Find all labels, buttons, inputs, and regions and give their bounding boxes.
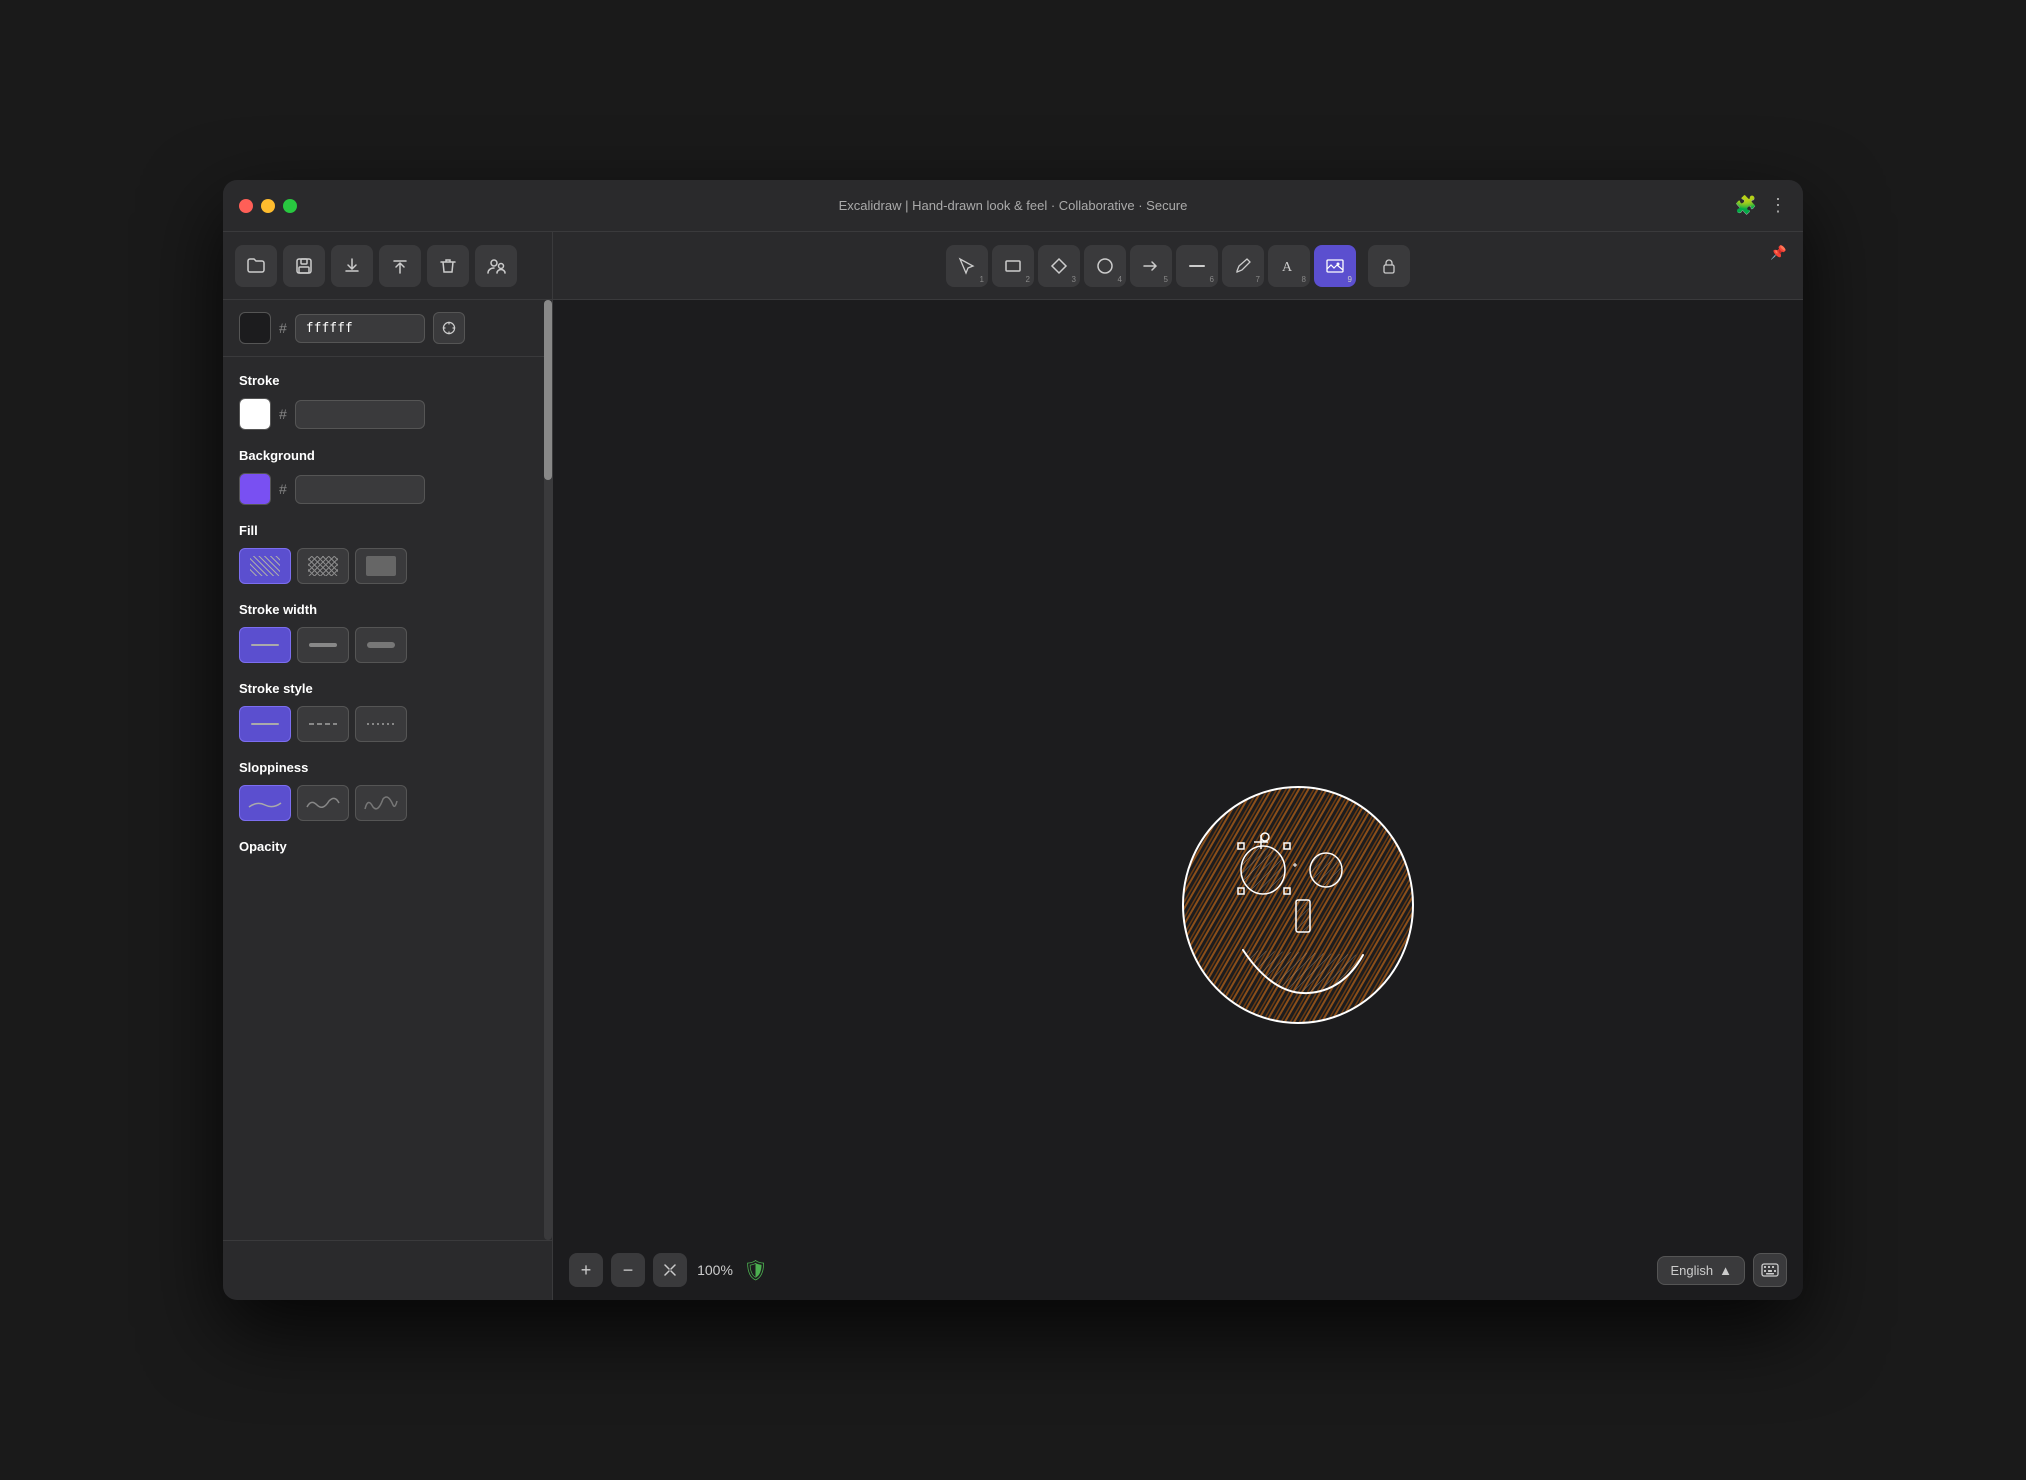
stroke-dotted-button[interactable] [355,706,407,742]
sidebar-scrollbar-thumb[interactable] [544,300,552,480]
lang-arrow-icon: ▲ [1719,1263,1732,1278]
stroke-color-swatch[interactable] [239,398,271,430]
line-tool[interactable]: 6 [1176,245,1218,287]
stroke-thin-button[interactable] [239,627,291,663]
fill-crosshatch-button[interactable] [297,548,349,584]
sloppiness-label: Sloppiness [239,760,536,775]
canvas-area: 1 2 3 [553,232,1803,1300]
background-label: Background [239,448,536,463]
background-section: Background # 7950f2 [239,448,536,505]
sidebar: # ffffff Stroke # 000000 [223,232,553,1300]
zoom-reset-button[interactable] [653,1253,687,1287]
arrow-tool[interactable]: 5 [1130,245,1172,287]
keyboard-button[interactable] [1753,1253,1787,1287]
stroke-solid-button[interactable] [239,706,291,742]
minimize-button[interactable] [261,199,275,213]
svg-text:A: A [1282,260,1293,275]
stroke-width-section: Stroke width [239,602,536,663]
window-title: Excalidraw | Hand-drawn look & feel · Co… [839,198,1188,213]
shield-icon: 🛡 [743,1258,768,1283]
stroke-style-label: Stroke style [239,681,536,696]
import-button[interactable] [379,245,421,287]
color-settings-button[interactable] [433,312,465,344]
fill-solid-button[interactable] [355,548,407,584]
opacity-section: Opacity [239,839,536,854]
collab-button[interactable] [475,245,517,287]
stroke-hash: # [279,406,287,422]
stroke-style-section: Stroke style [239,681,536,742]
canvas-color-row: # ffffff [223,300,552,357]
fill-label: Fill [239,523,536,538]
bg-color-input[interactable]: 7950f2 [295,475,425,504]
hash-sign: # [279,320,287,336]
pencil-tool[interactable]: 7 [1222,245,1264,287]
stroke-width-label: Stroke width [239,602,536,617]
sloppiness-low-button[interactable] [239,785,291,821]
more-menu-icon[interactable]: ⋮ [1769,195,1787,216]
canvas-content [553,300,1803,1240]
pin-button[interactable]: 📌 [1770,245,1787,261]
select-tool[interactable]: 1 [946,245,988,287]
ellipse-tool[interactable]: 4 [1084,245,1126,287]
canvas-toolbar: 1 2 3 [553,232,1803,300]
rectangle-tool[interactable]: 2 [992,245,1034,287]
diamond-tool[interactable]: 3 [1038,245,1080,287]
stroke-width-buttons [239,627,536,663]
delete-button[interactable] [427,245,469,287]
title-bar-actions: 🧩 ⋮ [1735,195,1787,216]
image-tool[interactable]: 9 [1314,245,1356,287]
plugin-icon[interactable]: 🧩 [1735,195,1757,216]
stroke-color-row: # 000000 [239,398,536,430]
stroke-label: Stroke [239,373,536,388]
title-bar: Excalidraw | Hand-drawn look & feel · Co… [223,180,1803,232]
traffic-lights [239,199,297,213]
bg-color-swatch[interactable] [239,473,271,505]
fill-buttons [239,548,536,584]
export-button[interactable] [331,245,373,287]
canvas-color-input[interactable]: ffffff [295,314,425,343]
zoom-out-button[interactable]: − [611,1253,645,1287]
stroke-thick-button[interactable] [355,627,407,663]
canvas-color-swatch[interactable] [239,312,271,344]
text-tool[interactable]: A 8 [1268,245,1310,287]
stroke-medium-button[interactable] [297,627,349,663]
sidebar-toolbar [223,232,552,300]
bg-color-row: # 7950f2 [239,473,536,505]
main-area: # ffffff Stroke # 000000 [223,232,1803,1300]
stroke-dashed-button[interactable] [297,706,349,742]
properties-panel: Stroke # 000000 Background # 7950f2 [223,357,552,1240]
close-button[interactable] [239,199,253,213]
fill-section: Fill [239,523,536,584]
sidebar-scrollbar[interactable] [544,300,552,1240]
zoom-level: 100% [695,1262,735,1278]
sidebar-bottom [223,1240,552,1300]
sloppiness-mid-button[interactable] [297,785,349,821]
fill-hatch-button[interactable] [239,548,291,584]
zoom-in-button[interactable]: + [569,1253,603,1287]
save-button[interactable] [283,245,325,287]
sloppiness-buttons [239,785,536,821]
maximize-button[interactable] [283,199,297,213]
sloppiness-section: Sloppiness [239,760,536,821]
stroke-color-input[interactable]: 000000 [295,400,425,429]
app-window: Excalidraw | Hand-drawn look & feel · Co… [223,180,1803,1300]
stroke-style-buttons [239,706,536,742]
opacity-label: Opacity [239,839,536,854]
stroke-section: Stroke # 000000 [239,373,536,430]
language-label: English [1670,1263,1713,1278]
open-button[interactable] [235,245,277,287]
sloppiness-high-button[interactable] [355,785,407,821]
canvas-bottom: + − 100% 🛡 English ▲ [553,1240,1803,1300]
bg-hash: # [279,481,287,497]
lock-tool[interactable] [1368,245,1410,287]
language-selector[interactable]: English ▲ [1657,1256,1745,1285]
smiley-drawing [1148,755,1448,1055]
